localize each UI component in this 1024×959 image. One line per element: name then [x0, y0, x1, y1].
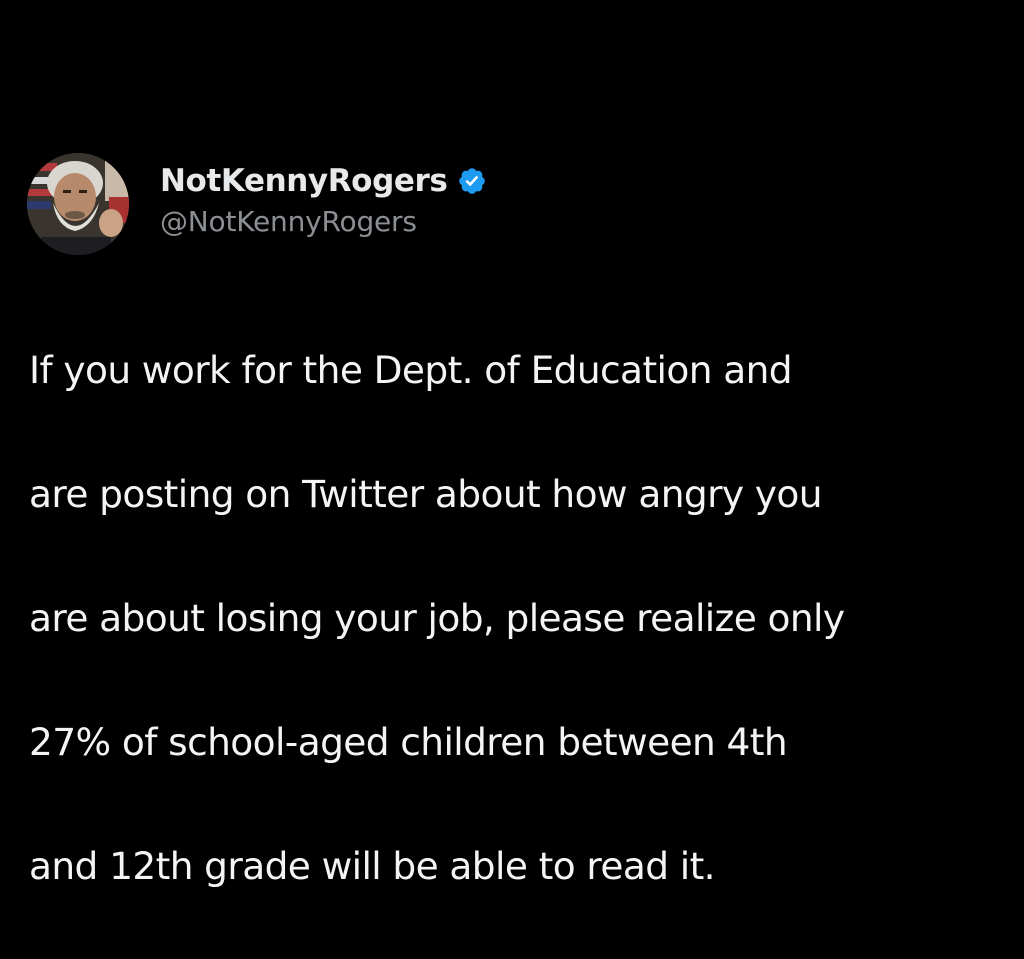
avatar-image: [27, 153, 129, 255]
author-identity: NotKennyRogers @NotKennyRogers: [160, 159, 487, 241]
tweet-text-line: If you work for the Dept. of Education a…: [29, 348, 793, 392]
tweet-header: NotKennyRogers @NotKennyRogers: [27, 152, 1007, 256]
tweet-text-line: 27% of school-aged children between 4th: [29, 720, 788, 764]
tweet-card[interactable]: NotKennyRogers @NotKennyRogers If you wo…: [27, 152, 1007, 959]
name-row: NotKennyRogers: [160, 159, 487, 203]
author-handle[interactable]: @NotKennyRogers: [160, 203, 487, 241]
display-name[interactable]: NotKennyRogers: [160, 159, 448, 203]
verified-badge-icon: [457, 166, 487, 196]
tweet-text-line: and 12th grade will be able to read it.: [29, 844, 716, 888]
avatar[interactable]: [27, 153, 129, 255]
tweet-text: If you work for the Dept. of Education a…: [29, 277, 1004, 959]
tweet-text-line: are posting on Twitter about how angry y…: [29, 472, 823, 516]
tweet-text-line: are about losing your job, please realiz…: [29, 596, 845, 640]
